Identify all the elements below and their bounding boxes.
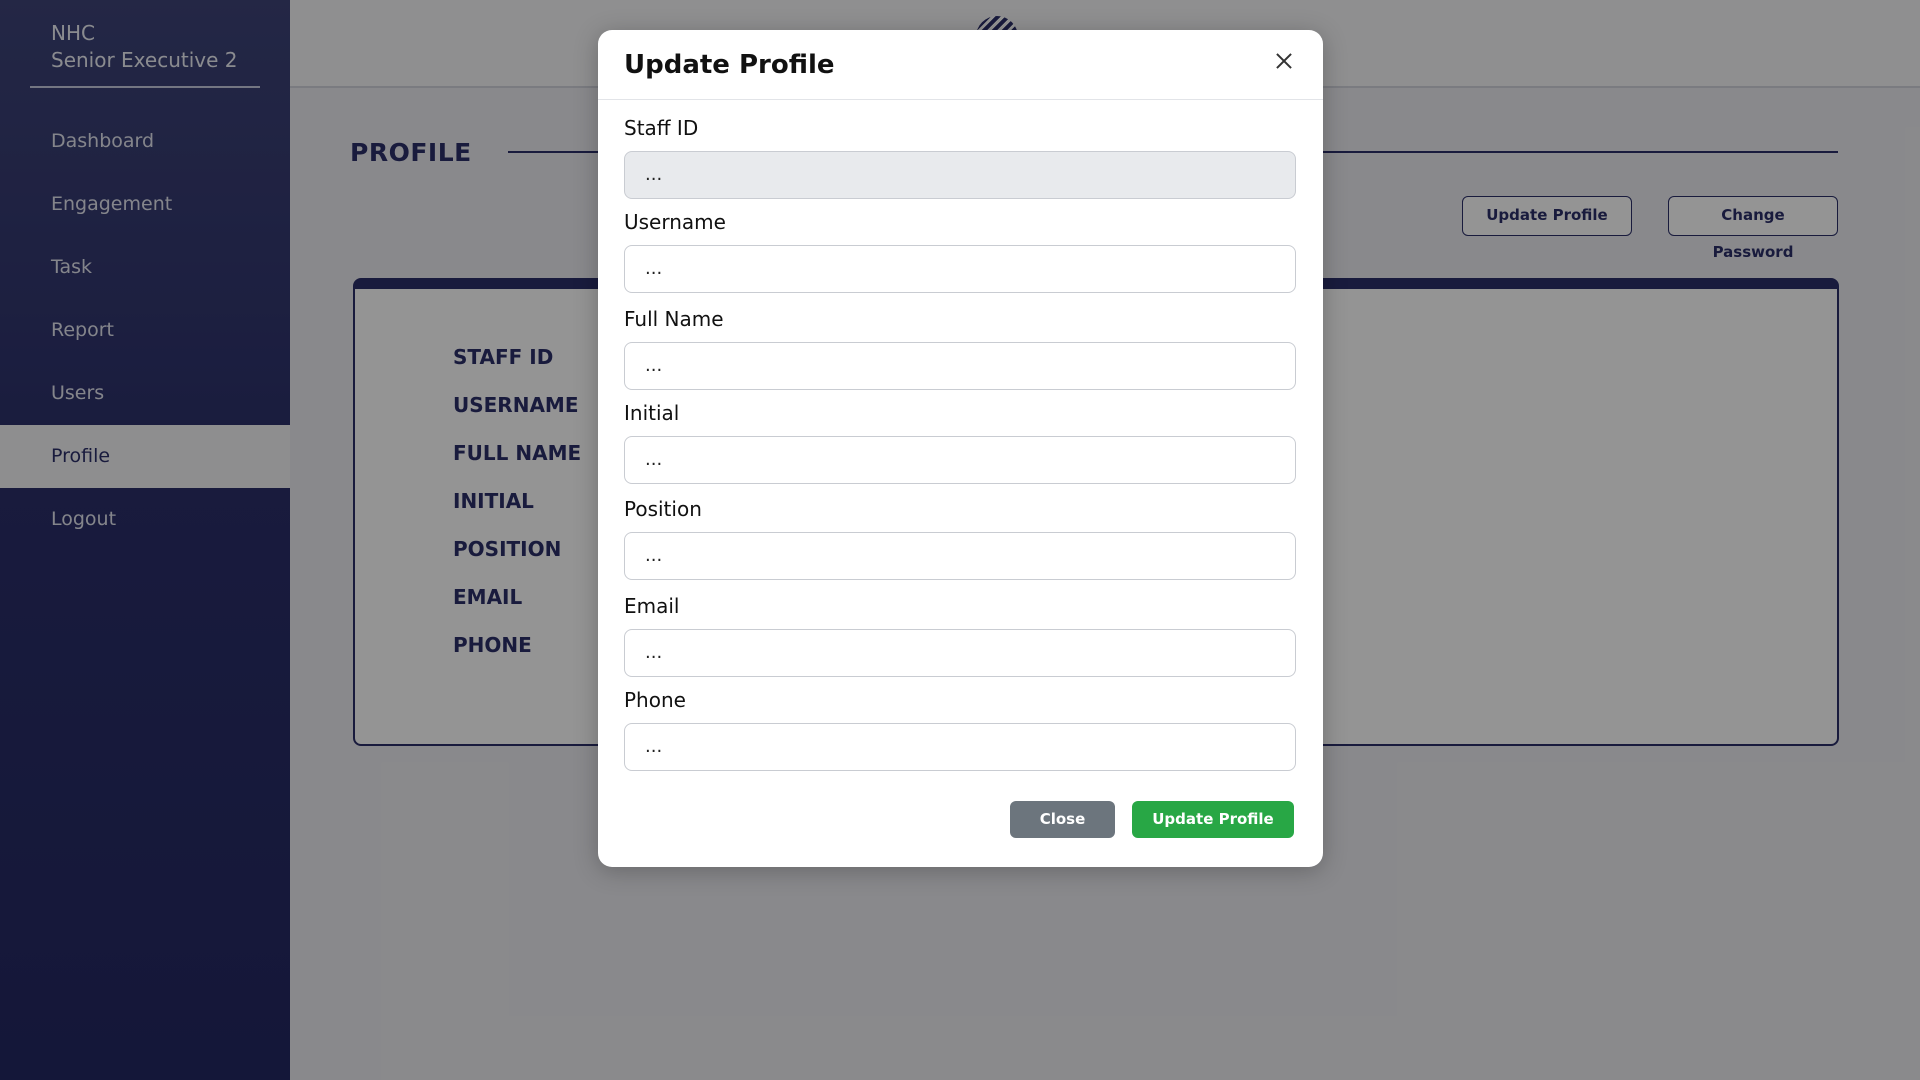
phone-input[interactable]: ... (624, 723, 1296, 771)
field-username: Username ... (624, 210, 1296, 293)
field-phone: Phone ... (624, 688, 1296, 771)
field-position: Position ... (624, 497, 1296, 580)
staff-id-label: Staff ID (624, 116, 699, 140)
modal-title: Update Profile (624, 50, 835, 80)
username-label: Username (624, 210, 726, 234)
email-label: Email (624, 594, 680, 618)
field-email: Email ... (624, 594, 1296, 677)
position-input[interactable]: ... (624, 532, 1296, 580)
email-input[interactable]: ... (624, 629, 1296, 677)
initial-label: Initial (624, 401, 680, 425)
modal-header: Update Profile (598, 30, 1323, 100)
field-staff-id: Staff ID ... (624, 116, 1296, 199)
position-label: Position (624, 497, 702, 521)
field-full-name: Full Name ... (624, 307, 1296, 390)
full-name-label: Full Name (624, 307, 724, 331)
full-name-input[interactable]: ... (624, 342, 1296, 390)
update-profile-modal: Update Profile Staff ID ... Username ...… (598, 30, 1323, 867)
submit-update-profile-button[interactable]: Update Profile (1132, 801, 1294, 838)
close-button[interactable]: Close (1010, 801, 1115, 838)
initial-input[interactable]: ... (624, 436, 1296, 484)
staff-id-input[interactable]: ... (624, 151, 1296, 199)
phone-label: Phone (624, 688, 686, 712)
field-initial: Initial ... (624, 401, 1296, 484)
close-icon[interactable] (1271, 48, 1297, 74)
username-input[interactable]: ... (624, 245, 1296, 293)
